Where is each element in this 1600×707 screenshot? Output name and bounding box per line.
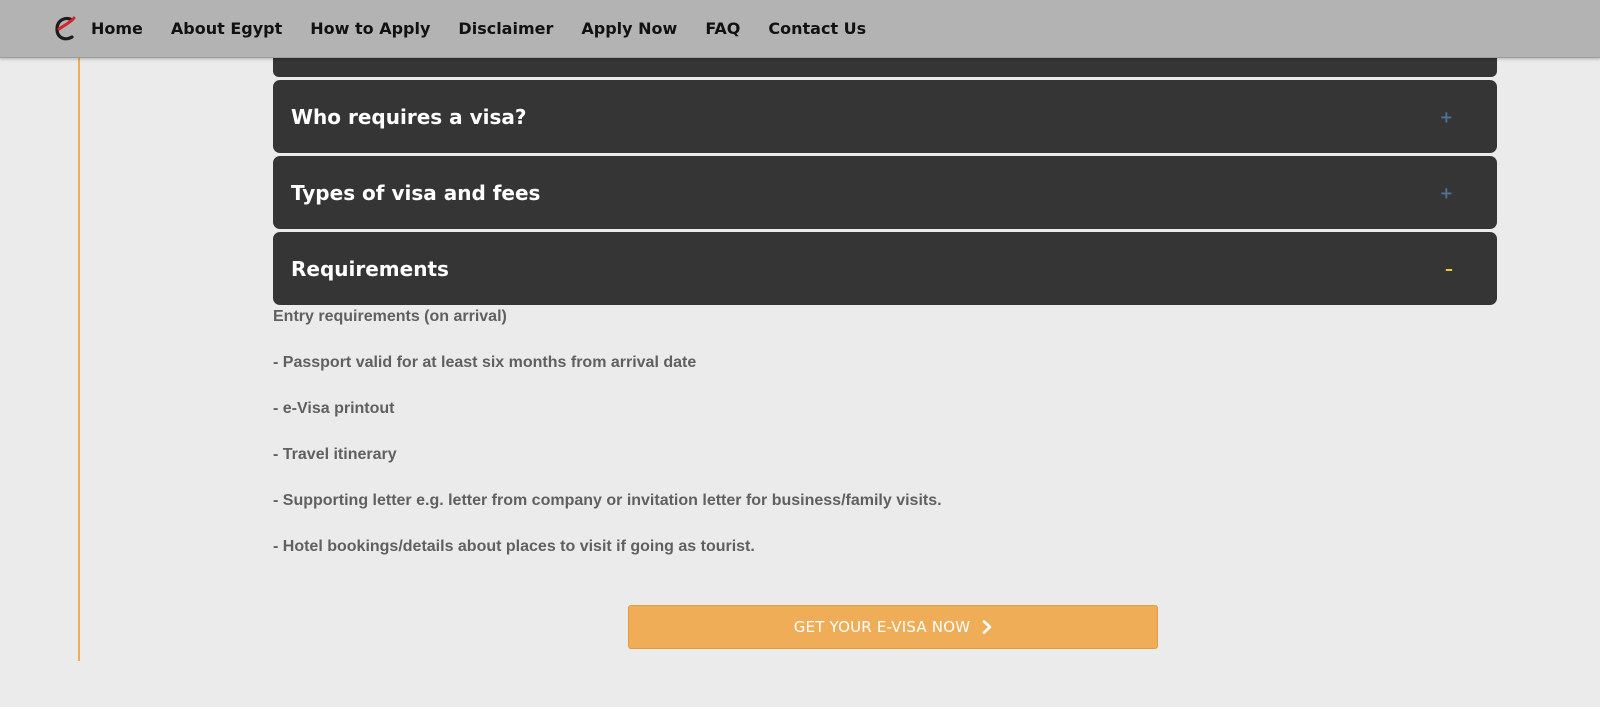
requirements-content: Entry requirements (on arrival) - Passpo… [273, 307, 1473, 583]
requirement-item: - Hotel bookings/details about places to… [273, 538, 755, 555]
nav-item-contact-us[interactable]: Contact Us [768, 19, 866, 38]
get-evisa-button[interactable]: GET YOUR E-VISA NOW [628, 605, 1158, 649]
accordion-header-requirements[interactable]: Requirements – [273, 232, 1497, 305]
nav-item-how-to-apply[interactable]: How to Apply [310, 19, 430, 38]
nav-item-about-egypt[interactable]: About Egypt [171, 19, 282, 38]
plus-icon[interactable]: + [1440, 107, 1453, 126]
requirements-heading: Entry requirements (on arrival) [273, 308, 507, 325]
e-logo-icon[interactable] [52, 14, 78, 44]
plus-icon[interactable]: + [1440, 183, 1453, 202]
nav-item-faq[interactable]: FAQ [705, 19, 740, 38]
nav-item-disclaimer[interactable]: Disclaimer [458, 19, 553, 38]
nav-item-home[interactable]: Home [91, 19, 143, 38]
requirement-item: - Supporting letter e.g. letter from com… [273, 492, 942, 509]
nav-item-apply-now[interactable]: Apply Now [581, 19, 677, 38]
chevron-right-icon [982, 620, 992, 634]
minus-icon[interactable]: – [1445, 259, 1453, 278]
accordion-title: Types of visa and fees [291, 180, 541, 205]
nav-menu: Home About Egypt How to Apply Disclaimer… [91, 0, 894, 57]
requirement-item: - Travel itinerary [273, 446, 397, 463]
get-evisa-button-label: GET YOUR E-VISA NOW [793, 618, 971, 636]
top-navbar: Home About Egypt How to Apply Disclaimer… [0, 0, 1600, 58]
requirement-item: - e-Visa printout [273, 400, 395, 417]
accordion-header-who-requires-visa[interactable]: Who requires a visa? + [273, 80, 1497, 153]
accordion-title: Requirements [291, 256, 449, 281]
accordion-title: Who requires a visa? [291, 104, 527, 129]
orange-divider-line [78, 57, 80, 661]
accordion-header-types-of-visa[interactable]: Types of visa and fees + [273, 156, 1497, 229]
requirement-item: - Passport valid for at least six months… [273, 354, 697, 371]
